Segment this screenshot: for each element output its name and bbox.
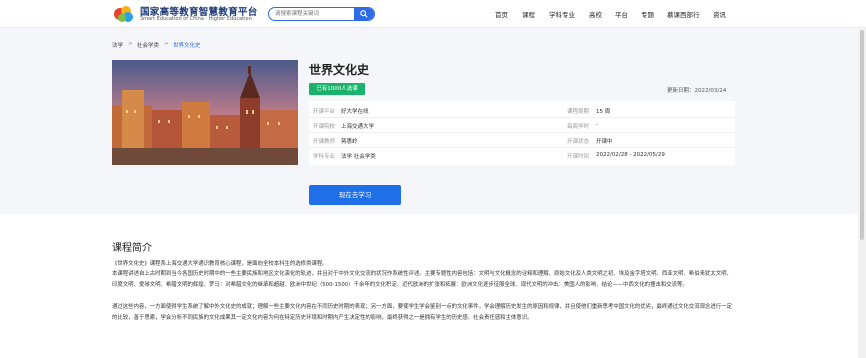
info-value: 2022/02/28 - 2022/05/29 xyxy=(596,152,665,158)
nav-platforms[interactable]: 平台 xyxy=(615,9,628,19)
update-date: 更新日期：2022/03/24 xyxy=(667,88,727,94)
platform-logo-icon[interactable] xyxy=(113,4,135,24)
info-label: 开课院校 xyxy=(313,124,336,130)
nav-universities[interactable]: 高校 xyxy=(589,9,602,19)
info-value: - xyxy=(596,122,598,128)
info-label: 开课状态 xyxy=(567,139,590,145)
intro-paragraph: 通过这些内容，一方面使得学生系统了解中外文化史的成就；理解一些主要文化内容在不同… xyxy=(112,304,732,321)
info-label: 开课时间 xyxy=(567,154,590,160)
search-button[interactable] xyxy=(354,8,374,20)
info-value: 上海交通大学 xyxy=(341,124,375,130)
intro-heading: 课程简介 xyxy=(112,243,152,254)
course-cover-image xyxy=(112,60,298,165)
info-row: 学科专业 法学 社会学类 开课时间 2022/02/28 - 2022/05/2… xyxy=(309,148,735,163)
info-value: 蒋惠岭 xyxy=(341,139,358,145)
info-value: 法学 社会学类 xyxy=(341,154,376,160)
info-label: 每周学时 xyxy=(567,124,590,130)
info-value: 好大学在线 xyxy=(341,109,369,115)
intro-paragraph: 本课程讲述自上古时期到当今各国历史时期中的一些主要民族和地区文化演化的轨迹，并且… xyxy=(112,271,732,288)
info-row: 开课教师 蒋惠岭 开课状态 开课中 xyxy=(309,133,735,148)
info-label: 学科专业 xyxy=(313,154,336,160)
search-input[interactable] xyxy=(275,9,351,19)
info-label: 开课平台 xyxy=(313,109,336,115)
info-value: 15 周 xyxy=(596,109,611,115)
breadcrumb-law[interactable]: 法学 xyxy=(112,41,123,49)
info-label: 开课教师 xyxy=(313,139,336,145)
nav-disciplines[interactable]: 学科专业 xyxy=(549,9,575,19)
breadcrumb-current: 世界文化史 xyxy=(173,43,201,49)
enrollment-badge: 已有1000人选课 xyxy=(309,83,365,95)
nav-news[interactable]: 资讯 xyxy=(713,9,726,19)
logo-subtitle: Smart Education of China · Higher Educat… xyxy=(140,16,252,22)
info-row: 开课院校 上海交通大学 每周学时 - xyxy=(309,118,735,133)
breadcrumb-separator: > xyxy=(164,41,169,47)
course-title: 世界文化史 xyxy=(309,63,370,77)
nav-home[interactable]: 首页 xyxy=(495,9,508,19)
search-icon xyxy=(360,10,368,18)
breadcrumb-separator: > xyxy=(128,41,133,47)
scrollbar-thumb[interactable] xyxy=(860,30,864,240)
info-row: 开课平台 好大学在线 课程周期 15 周 xyxy=(309,103,735,118)
search-box xyxy=(268,7,375,21)
info-label: 课程周期 xyxy=(567,109,590,115)
course-info-table: 开课平台 好大学在线 课程周期 15 周 开课院校 上海交通大学 每周学时 - … xyxy=(309,101,735,165)
intro-paragraph: 《世界文化史》课程系上海交通大学通识教育核心课程，是面向全校本科生的选修类课程。 xyxy=(112,261,328,267)
start-learning-button[interactable]: 现在去学习 xyxy=(309,185,401,205)
info-value: 开课中 xyxy=(596,139,613,145)
breadcrumb-sociology[interactable]: 社会学类 xyxy=(137,41,159,49)
nav-topics[interactable]: 专题 xyxy=(641,9,654,19)
top-header: 国家高等教育智慧教育平台 Smart Education of China · … xyxy=(0,0,866,28)
nav-mooc-west[interactable]: 慕课西部行 xyxy=(667,9,700,19)
nav-courses[interactable]: 课程 xyxy=(522,9,535,19)
